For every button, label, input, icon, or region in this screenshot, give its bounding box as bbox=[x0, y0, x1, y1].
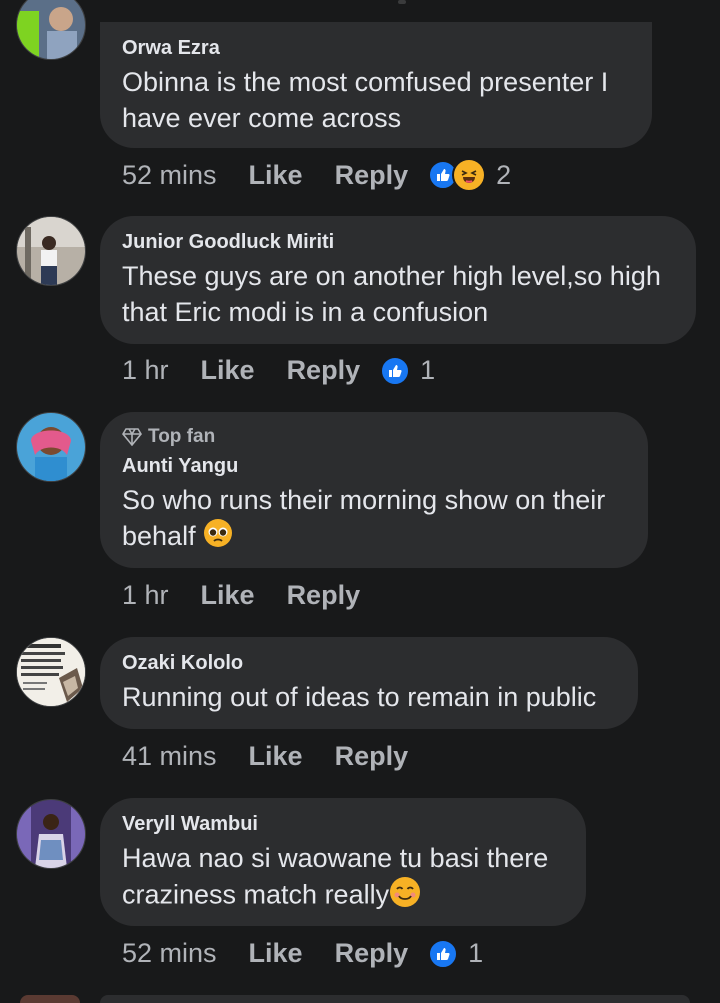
comment-text: Hawa nao si waowane tu basi there crazin… bbox=[122, 840, 564, 917]
reaction-summary[interactable]: 1 bbox=[380, 355, 435, 386]
reaction-count: 2 bbox=[496, 159, 512, 190]
comment-text-body: Hawa nao si waowane tu basi there crazin… bbox=[122, 843, 549, 910]
haha-reaction-icon bbox=[452, 158, 487, 192]
top-fan-badge: Top fan bbox=[122, 426, 626, 448]
comment-time[interactable]: 52 mins bbox=[122, 160, 217, 191]
reaction-count: 1 bbox=[468, 938, 484, 968]
commenter-name[interactable]: Aunti Yangu bbox=[122, 454, 626, 478]
comment-text: Running out of ideas to remain in public bbox=[122, 682, 597, 712]
avatar[interactable] bbox=[16, 0, 86, 60]
comment-bubble: Orwa Ezra Obinna is the most comfused pr… bbox=[100, 22, 652, 148]
comment-actions: 1 hr Like Reply 1 bbox=[122, 355, 435, 386]
diamond-icon bbox=[122, 428, 142, 446]
avatar[interactable] bbox=[16, 799, 86, 869]
commenter-name[interactable]: Ozaki Kololo bbox=[122, 651, 616, 675]
comment-text: These guys are on another high level,so … bbox=[122, 261, 661, 327]
like-button[interactable]: Like bbox=[201, 580, 255, 611]
commenter-name[interactable]: Orwa Ezra bbox=[122, 36, 630, 60]
comment-bubble: Junior Goodluck Miriti These guys are on… bbox=[100, 216, 696, 344]
pleading-face-emoji bbox=[203, 518, 233, 557]
comment-actions: 41 mins Like Reply bbox=[122, 741, 440, 772]
like-button[interactable]: Like bbox=[249, 160, 303, 191]
reply-button[interactable]: Reply bbox=[335, 938, 409, 969]
comment-text: Obinna is the most comfused presenter I … bbox=[122, 67, 609, 133]
like-button[interactable]: Like bbox=[249, 741, 303, 772]
like-button[interactable]: Like bbox=[249, 938, 303, 969]
top-fan-label: Top fan bbox=[148, 426, 216, 447]
like-reaction-icon bbox=[380, 355, 411, 386]
comment-bubble: Top fan Aunti Yangu So who runs their mo… bbox=[100, 412, 648, 568]
reply-button[interactable]: Reply bbox=[335, 741, 409, 772]
comment-text-body: So who runs their morning show on their … bbox=[122, 485, 606, 551]
like-reaction-icon bbox=[428, 938, 459, 969]
commenter-name[interactable]: Junior Goodluck Miriti bbox=[122, 230, 674, 254]
comment-time[interactable]: 1 hr bbox=[122, 580, 169, 611]
reply-button[interactable]: Reply bbox=[335, 160, 409, 191]
reply-button[interactable]: Reply bbox=[287, 580, 361, 611]
comment-actions: 52 mins Like Reply 1 bbox=[122, 938, 483, 969]
reaction-summary[interactable]: 2 bbox=[428, 158, 511, 192]
avatar[interactable] bbox=[16, 216, 86, 286]
next-comment-avatar-peek bbox=[20, 995, 80, 1003]
comment-text: So who runs their morning show on their … bbox=[122, 482, 626, 557]
commenter-name[interactable]: Veryll Wambui bbox=[122, 812, 564, 836]
comment-time[interactable]: 1 hr bbox=[122, 355, 169, 386]
comment-bubble: Veryll Wambui Hawa nao si waowane tu bas… bbox=[100, 798, 586, 926]
comment-actions: 52 mins Like Reply 2 bbox=[122, 158, 511, 192]
comment-actions: 1 hr Like Reply bbox=[122, 580, 392, 611]
like-button[interactable]: Like bbox=[201, 355, 255, 386]
smiling-face-emoji bbox=[389, 876, 421, 917]
reaction-count: 1 bbox=[420, 355, 436, 385]
top-scroll-indicator bbox=[398, 0, 406, 4]
reaction-summary[interactable]: 1 bbox=[428, 938, 483, 969]
reply-button[interactable]: Reply bbox=[287, 355, 361, 386]
comment-time[interactable]: 52 mins bbox=[122, 938, 217, 969]
avatar[interactable] bbox=[16, 412, 86, 482]
avatar[interactable] bbox=[16, 637, 86, 707]
comment-bubble: Ozaki Kololo Running out of ideas to rem… bbox=[100, 637, 638, 729]
comment-time[interactable]: 41 mins bbox=[122, 741, 217, 772]
next-comment-bubble-peek bbox=[100, 995, 690, 1003]
